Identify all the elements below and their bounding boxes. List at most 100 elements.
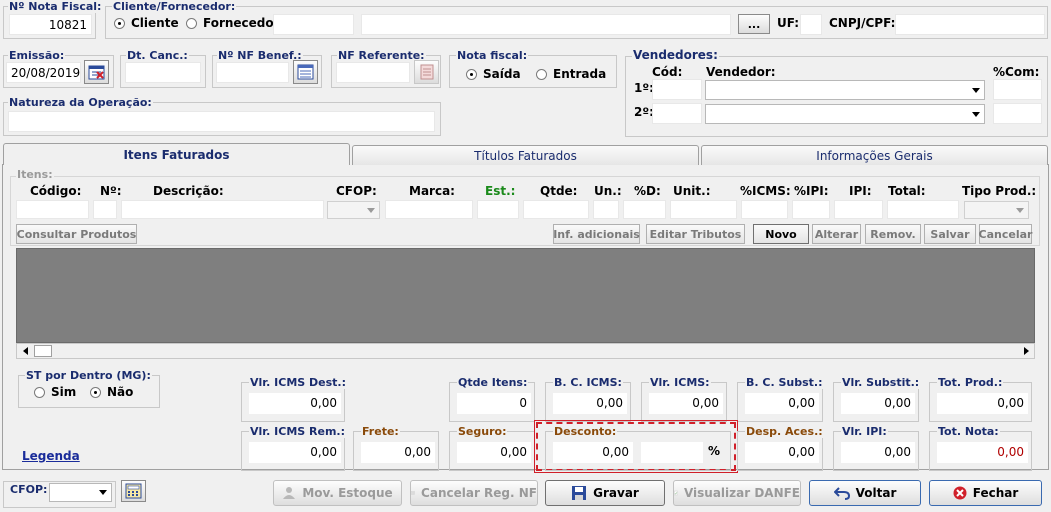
remover-button[interactable]: Remov.: [865, 224, 921, 244]
desp-aces-box: Desp. Aces.: 0,00: [737, 425, 824, 471]
consultar-produtos-button[interactable]: Consultar Produtos: [16, 224, 137, 244]
tot-nota-value[interactable]: 0,00: [937, 442, 1028, 463]
radio-nao[interactable]: Não: [90, 385, 133, 399]
item-ipi-input[interactable]: [834, 200, 883, 219]
cliente-code-input[interactable]: [273, 14, 354, 35]
seguro-label: Seguro:: [457, 425, 508, 438]
item-icms-input[interactable]: [741, 200, 788, 219]
vendedor1-com-input[interactable]: [993, 79, 1042, 100]
cliente-name-input[interactable]: [361, 14, 731, 35]
visualizar-danfe-button[interactable]: Visualizar DANFE: [673, 480, 801, 506]
vendedor1-select[interactable]: [705, 80, 985, 100]
vendedor2-com-input[interactable]: [993, 103, 1042, 124]
tot-prod-value[interactable]: 0,00: [937, 393, 1028, 414]
natureza-input[interactable]: [8, 111, 435, 132]
nota-fiscal-input[interactable]: 10821: [9, 14, 92, 35]
frete-box: Frete: 0,00: [353, 425, 439, 471]
mov-estoque-button[interactable]: Mov. Estoque: [273, 480, 402, 506]
vendedor1-code-input[interactable]: [652, 79, 702, 100]
item-marca-input[interactable]: [385, 200, 473, 219]
gravar-button[interactable]: Gravar: [545, 480, 665, 506]
nf-referente-input[interactable]: [336, 62, 410, 83]
cnpj-input[interactable]: [895, 14, 1045, 35]
desp-aces-value[interactable]: 0,00: [745, 442, 819, 463]
search-cliente-button[interactable]: ...: [738, 14, 770, 34]
item-cfop-select[interactable]: [327, 201, 380, 219]
tab-titulos-faturados[interactable]: Títulos Faturados: [352, 145, 699, 165]
item-ipi-pct-input[interactable]: [792, 200, 830, 219]
voltar-button[interactable]: Voltar: [809, 480, 921, 506]
vlr-icms-value[interactable]: 0,00: [649, 393, 723, 414]
item-est-input[interactable]: [477, 200, 519, 219]
cancelar-reg-nf-label: Cancelar Reg. NF: [421, 486, 537, 500]
emissao-input[interactable]: 20/08/2019: [6, 62, 81, 83]
emissao-calendar-button[interactable]: [84, 60, 109, 84]
chevron-down-icon: [1012, 202, 1028, 218]
editar-tributos-button[interactable]: Editar Tributos: [646, 224, 745, 244]
items-grid[interactable]: [16, 248, 1035, 343]
item-unit-input[interactable]: [670, 200, 737, 219]
radio-sim-label: Sim: [51, 385, 77, 399]
nf-referente-label: NF Referente:: [337, 49, 426, 62]
vlr-subst-value[interactable]: 0,00: [841, 393, 915, 414]
scroll-left-button[interactable]: [17, 344, 33, 358]
cfop-footer-select[interactable]: [49, 483, 112, 502]
alterar-button[interactable]: Alterar: [812, 224, 861, 244]
item-codigo-input[interactable]: [16, 200, 89, 219]
radio-fornecedor[interactable]: Fornecedor: [186, 16, 280, 30]
nf-referente-button[interactable]: [414, 60, 439, 84]
radio-cliente[interactable]: Cliente: [114, 16, 179, 30]
emissao-label: Emissão:: [8, 49, 66, 62]
undo-arrow-icon: [833, 487, 850, 500]
item-tipo-prod-select[interactable]: [964, 201, 1029, 219]
vlr-icms-box: Vlr. ICMS: 0,00: [641, 376, 727, 422]
nf-benef-input[interactable]: [216, 62, 289, 83]
bc-subst-value[interactable]: 0,00: [745, 393, 819, 414]
uf-input[interactable]: [800, 14, 822, 35]
item-no-input[interactable]: [93, 200, 117, 219]
tab-informacoes-gerais[interactable]: Informações Gerais: [701, 145, 1048, 165]
bc-subst-label: B. C. Subst.:: [745, 376, 824, 389]
scroll-right-button[interactable]: [1018, 344, 1034, 358]
item-total-input[interactable]: [887, 200, 959, 219]
radio-saida-label: Saída: [483, 67, 521, 81]
item-un-input[interactable]: [593, 200, 619, 219]
novo-button[interactable]: Novo: [753, 224, 809, 244]
item-qtde-input[interactable]: [523, 200, 589, 219]
mov-estoque-label: Mov. Estoque: [302, 486, 393, 500]
salvar-button[interactable]: Salvar: [924, 224, 976, 244]
cfop-calculator-button[interactable]: [121, 480, 146, 502]
radio-sim[interactable]: Sim: [34, 385, 76, 399]
dt-canc-input[interactable]: [125, 62, 201, 83]
radio-saida[interactable]: Saída: [466, 67, 521, 81]
fechar-button[interactable]: Fechar: [929, 480, 1042, 506]
vendedor2-select[interactable]: [705, 104, 985, 124]
nf-benef-list-button[interactable]: [293, 60, 318, 84]
bc-icms-value[interactable]: 0,00: [553, 393, 627, 414]
cancelar-reg-nf-button[interactable]: Cancelar Reg. NF: [410, 480, 538, 506]
frete-value[interactable]: 0,00: [361, 442, 435, 463]
col-unit: Unit.:: [673, 184, 711, 198]
item-descricao-input[interactable]: [121, 200, 324, 219]
item-pd-input[interactable]: [623, 200, 666, 219]
nota-fiscal-label: Nº Nota Fiscal:: [8, 0, 103, 13]
tot-prod-box: Tot. Prod.: 0,00: [929, 376, 1032, 422]
desconto-value[interactable]: 0,00: [553, 442, 633, 463]
cancelar-item-button[interactable]: Cancelar: [979, 224, 1032, 244]
radio-entrada-label: Entrada: [553, 67, 607, 81]
radio-entrada[interactable]: Entrada: [536, 67, 606, 81]
scroll-thumb[interactable]: [34, 345, 52, 357]
legenda-link[interactable]: Legenda: [22, 449, 80, 463]
grid-horizontal-scrollbar[interactable]: [16, 343, 1035, 359]
vendedor2-code-input[interactable]: [652, 103, 702, 124]
seguro-value[interactable]: 0,00: [457, 442, 531, 463]
vlr-ipi-value[interactable]: 0,00: [841, 442, 915, 463]
qtde-itens-value[interactable]: 0: [457, 393, 531, 414]
dt-canc-label: Dt. Canc.:: [126, 49, 189, 62]
vlr-icms-dest-value[interactable]: 0,00: [249, 393, 341, 414]
vlr-icms-rem-label: Vlr. ICMS Rem.:: [249, 425, 346, 438]
vlr-icms-rem-value[interactable]: 0,00: [249, 442, 341, 463]
inf-adicionais-button[interactable]: Inf. adicionais: [553, 224, 640, 244]
tab-itens-faturados[interactable]: Itens Faturados: [3, 143, 350, 165]
desconto-pct-input[interactable]: [641, 442, 703, 463]
